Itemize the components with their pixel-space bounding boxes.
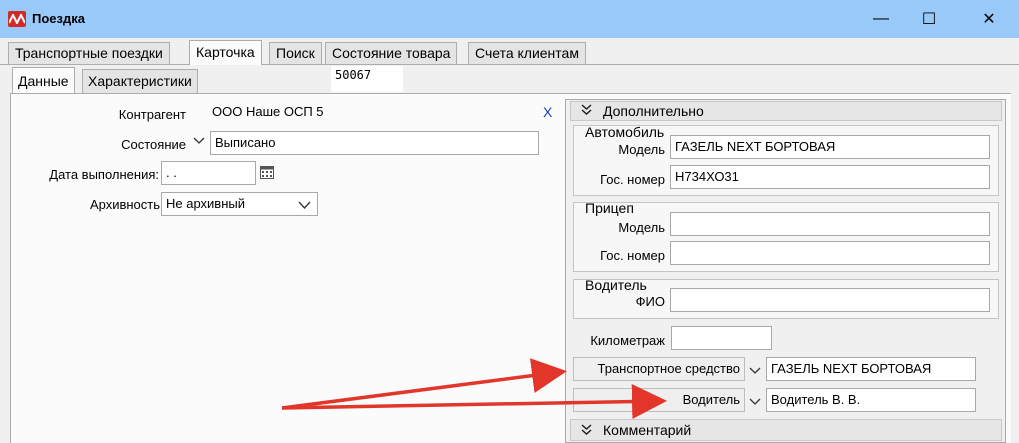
app-logo-icon xyxy=(8,11,26,27)
archive-value: Не архивный xyxy=(166,196,245,211)
tab-transport-trips[interactable]: Транспортные поездки xyxy=(8,42,170,64)
car-group-title: Автомобиль xyxy=(585,124,665,140)
tab-card[interactable]: Карточка xyxy=(189,40,262,65)
trailer-model-label: Модель xyxy=(618,220,665,235)
additional-header-label: Дополнительно xyxy=(603,103,704,119)
date-field[interactable]: . . xyxy=(161,161,256,185)
vehicle-selector-button[interactable]: Транспортное средство xyxy=(573,357,745,381)
window-title: Поездка xyxy=(32,11,85,26)
clear-counterparty-button[interactable]: X xyxy=(543,104,552,120)
maximize-button[interactable]: ☐ xyxy=(906,6,952,32)
counterparty-label: Контрагент xyxy=(118,107,186,122)
archive-label: Архивность xyxy=(89,197,160,212)
mileage-label: Километраж xyxy=(590,333,665,348)
archive-dropdown-icon[interactable] xyxy=(298,198,311,213)
car-plate-label: Гос. номер xyxy=(600,172,665,187)
trailer-plate-label: Гос. номер xyxy=(600,248,665,263)
counterparty-value: ООО Наше ОСП 5 xyxy=(212,104,324,119)
record-id: 50067 xyxy=(331,66,403,92)
mileage-field[interactable] xyxy=(671,326,772,350)
state-label: Состояние xyxy=(121,137,186,152)
driver-selector-button[interactable]: Водитель xyxy=(573,388,745,412)
tab-client-invoices[interactable]: Счета клиентам xyxy=(468,42,586,64)
driver-field[interactable]: Водитель В. В. xyxy=(766,388,976,412)
tab-goods-state[interactable]: Состояние товара xyxy=(325,42,458,64)
vehicle-dropdown-icon[interactable] xyxy=(749,364,761,379)
driver-fio-field[interactable] xyxy=(670,288,990,312)
trailer-group-title: Прицеп xyxy=(585,200,634,216)
tab-characteristics[interactable]: Характеристики xyxy=(82,69,198,93)
driver-fio-label: ФИО xyxy=(635,294,665,309)
state-dropdown-icon[interactable] xyxy=(193,135,205,150)
tab-search[interactable]: Поиск xyxy=(269,42,322,64)
collapse-icon[interactable] xyxy=(581,104,592,119)
collapse-icon-comment[interactable] xyxy=(581,424,592,439)
calendar-icon[interactable] xyxy=(260,165,274,182)
trailer-plate-field[interactable] xyxy=(670,241,990,265)
car-model-field[interactable]: ГАЗЕЛЬ NEXT БОРТОВАЯ xyxy=(670,135,990,159)
trailer-model-field[interactable] xyxy=(670,212,990,236)
car-plate-field[interactable]: Н734ХО31 xyxy=(670,165,990,189)
vehicle-field[interactable]: ГАЗЕЛЬ NEXT БОРТОВАЯ xyxy=(766,357,976,381)
comment-header-label: Комментарий xyxy=(603,422,692,438)
tab-data[interactable]: Данные xyxy=(12,67,75,94)
car-model-label: Модель xyxy=(618,142,665,157)
archive-select[interactable]: Не архивный xyxy=(161,192,318,216)
close-button[interactable]: ✕ xyxy=(966,6,1012,32)
tab-divider xyxy=(0,64,1019,65)
driver-group-title: Водитель xyxy=(585,277,647,293)
state-field[interactable]: Выписано xyxy=(210,131,539,155)
date-label: Дата выполнения: xyxy=(49,167,159,182)
minimize-button[interactable]: — xyxy=(858,6,904,32)
driver-dropdown-icon[interactable] xyxy=(749,395,761,410)
